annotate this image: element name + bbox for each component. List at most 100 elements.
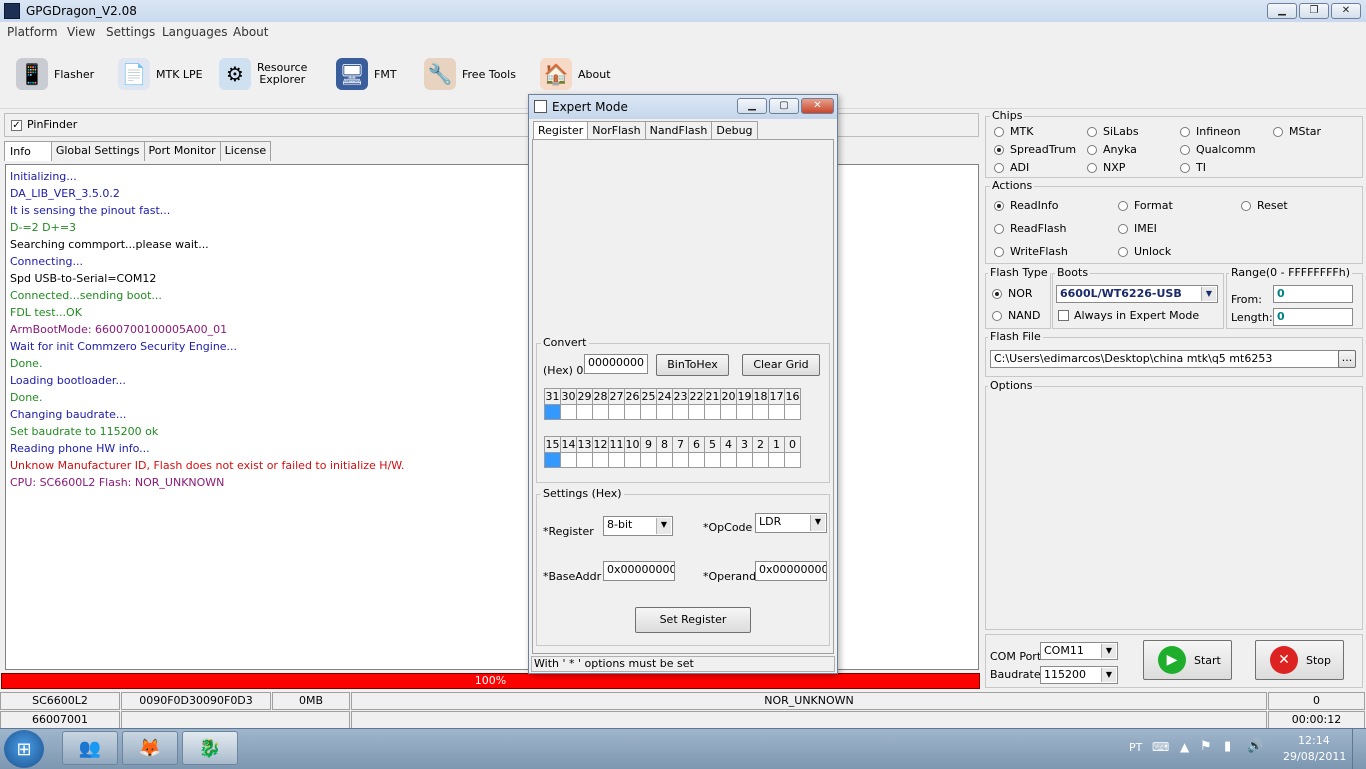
language-indicator[interactable]: PT [1129, 741, 1142, 754]
opcode-select[interactable]: LDR ▼ [755, 513, 827, 533]
stop-button[interactable]: ✕ Stop [1255, 640, 1344, 680]
bit-cell[interactable] [688, 453, 705, 468]
action-readinfo[interactable]: ReadInfo [994, 199, 1058, 212]
bit-cell[interactable] [544, 453, 561, 468]
bit-cell[interactable] [672, 405, 689, 420]
bit-cell[interactable] [544, 405, 561, 420]
start-button[interactable]: ▶ Start [1143, 640, 1232, 680]
hex-input[interactable]: 00000000 [584, 354, 648, 374]
bit-cell[interactable] [656, 453, 673, 468]
bit-cell[interactable] [592, 405, 609, 420]
bit-cell[interactable] [688, 405, 705, 420]
bit-cell[interactable] [720, 453, 737, 468]
bit-cell[interactable] [752, 453, 769, 468]
tab-global-settings[interactable]: Global Settings [50, 141, 145, 161]
bit-cell[interactable] [736, 453, 753, 468]
show-desktop-button[interactable] [1352, 729, 1366, 769]
tab-register[interactable]: Register [533, 121, 589, 140]
tab-norflash[interactable]: NorFlash [587, 121, 646, 140]
chip-qualcomm[interactable]: Qualcomm [1180, 143, 1256, 156]
browse-button[interactable]: ... [1338, 350, 1356, 368]
bit-cell[interactable] [560, 453, 577, 468]
operand-input[interactable]: 0x00000000 [755, 561, 827, 581]
bit-cell[interactable] [784, 453, 801, 468]
baudrate-select[interactable]: 115200 ▼ [1040, 666, 1118, 684]
clear-grid-button[interactable]: Clear Grid [742, 354, 820, 376]
action-format[interactable]: Format [1118, 199, 1173, 212]
taskbar-gpgdragon[interactable]: 🐉 [182, 731, 238, 765]
bit-cell[interactable] [768, 453, 785, 468]
bit-cell[interactable] [720, 405, 737, 420]
bit-cell[interactable] [672, 453, 689, 468]
chip-adi[interactable]: ADI [994, 161, 1029, 174]
clock-time[interactable]: 12:14 [1298, 734, 1330, 747]
action-readflash[interactable]: ReadFlash [994, 222, 1066, 235]
bit-cell[interactable] [576, 405, 593, 420]
flash-type-nor[interactable]: NOR [992, 287, 1033, 300]
chip-ti[interactable]: TI [1180, 161, 1206, 174]
bit-cell[interactable] [608, 453, 625, 468]
bit-cell[interactable] [576, 453, 593, 468]
action-reset[interactable]: Reset [1241, 199, 1288, 212]
set-register-button[interactable]: Set Register [635, 607, 751, 633]
start-menu-button[interactable]: ⊞ [4, 730, 44, 768]
dialog-close-button[interactable]: ✕ [801, 98, 834, 114]
close-button[interactable]: ✕ [1331, 3, 1361, 19]
bit-cell[interactable] [752, 405, 769, 420]
show-hidden-icons-icon[interactable]: ▲ [1180, 740, 1189, 754]
tab-debug[interactable]: Debug [711, 121, 758, 140]
tab-license[interactable]: License [219, 141, 272, 161]
menu-view[interactable]: View [67, 25, 95, 39]
action-unlock[interactable]: Unlock [1118, 245, 1171, 258]
about-button[interactable]: 🏠 About [540, 54, 611, 94]
signal-icon[interactable]: ▮ [1224, 739, 1231, 754]
fmt-button[interactable]: 🖥 FMT [336, 54, 397, 94]
action-writeflash[interactable]: WriteFlash [994, 245, 1068, 258]
keyboard-icon[interactable]: ⌨ [1152, 740, 1169, 754]
tab-info[interactable]: Info [4, 141, 52, 161]
bit-cell[interactable] [704, 453, 721, 468]
volume-icon[interactable]: 🔊 [1247, 739, 1263, 754]
bintohex-button[interactable]: BinToHex [656, 354, 729, 376]
range-length-input[interactable]: 0 [1273, 308, 1353, 326]
resource-explorer-button[interactable]: ⚙ Resource Explorer [219, 54, 307, 94]
free-tools-button[interactable]: 🔧 Free Tools [424, 54, 516, 94]
bit-cell[interactable] [640, 405, 657, 420]
tab-nandflash[interactable]: NandFlash [644, 121, 713, 140]
chip-silabs[interactable]: SiLabs [1087, 125, 1139, 138]
com-port-select[interactable]: COM11 ▼ [1040, 642, 1118, 660]
mtk-lpe-button[interactable]: 📄 MTK LPE [118, 54, 203, 94]
expert-mode-checkbox[interactable] [1058, 310, 1069, 321]
menu-about[interactable]: About [233, 25, 268, 39]
bit-cell[interactable] [608, 405, 625, 420]
bit-cell[interactable] [624, 405, 641, 420]
baseaddr-input[interactable]: 0x00000000 [603, 561, 675, 581]
menu-settings[interactable]: Settings [106, 25, 155, 39]
taskbar-firefox[interactable]: 🦊 [122, 731, 178, 765]
action-imei[interactable]: IMEI [1118, 222, 1157, 235]
clock-date[interactable]: 29/08/2011 [1283, 750, 1346, 763]
chip-mstar[interactable]: MStar [1273, 125, 1321, 138]
minimize-button[interactable]: ▁ [1267, 3, 1297, 19]
flasher-button[interactable]: 📱 Flasher [16, 54, 94, 94]
bit-cell[interactable] [592, 453, 609, 468]
bit-cell[interactable] [560, 405, 577, 420]
bit-cell[interactable] [784, 405, 801, 420]
tab-port-monitor[interactable]: Port Monitor [143, 141, 221, 161]
menu-languages[interactable]: Languages [162, 25, 227, 39]
bit-cell[interactable] [656, 405, 673, 420]
bit-cell[interactable] [768, 405, 785, 420]
dialog-minimize-button[interactable]: ▁ [737, 98, 767, 114]
bit-cell[interactable] [704, 405, 721, 420]
taskbar-users-app[interactable]: 👥 [62, 731, 118, 765]
bit-cell[interactable] [640, 453, 657, 468]
bit-cell[interactable] [736, 405, 753, 420]
chip-nxp[interactable]: NXP [1087, 161, 1125, 174]
flash-type-nand[interactable]: NAND [992, 309, 1040, 322]
maximize-button[interactable]: ❐ [1299, 3, 1329, 19]
pinfinder-checkbox[interactable]: ✓ [11, 120, 22, 131]
boots-select[interactable]: 6600L/WT6226-USB ▼ [1056, 285, 1218, 303]
flag-icon[interactable]: ⚑ [1200, 739, 1212, 754]
chip-mtk[interactable]: MTK [994, 125, 1033, 138]
register-select[interactable]: 8-bit ▼ [603, 516, 673, 536]
